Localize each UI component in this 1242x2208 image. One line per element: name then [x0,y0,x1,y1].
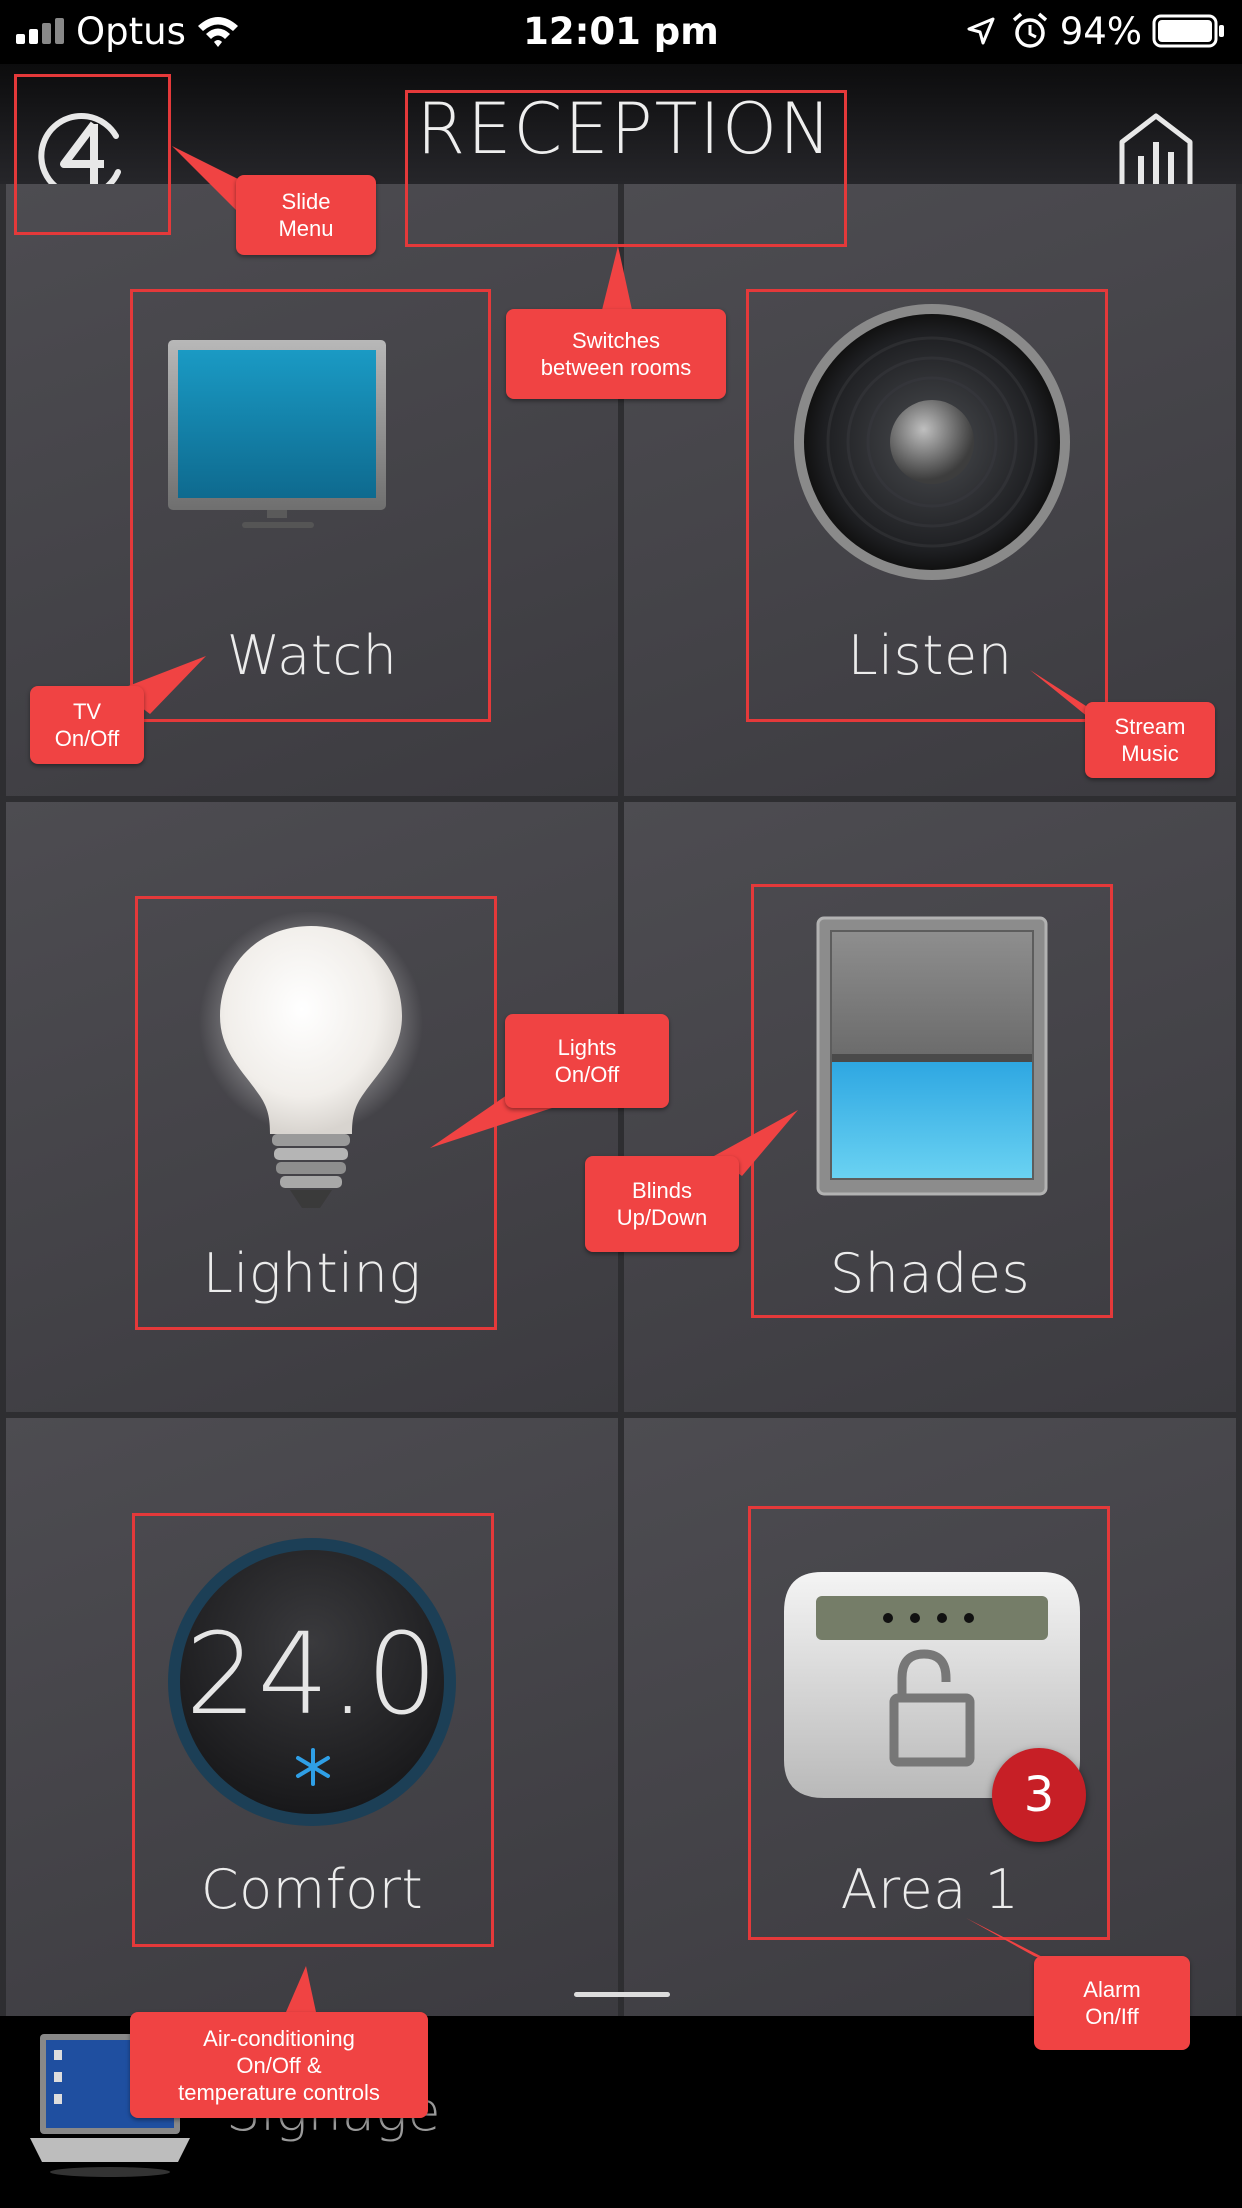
annotation-box-shades [751,884,1113,1318]
annotation-box-watch [130,289,491,722]
alarm-clock-icon [1012,12,1048,48]
page-indicator[interactable] [574,1992,670,1997]
callout-switch-rooms: Switches between rooms [506,309,726,399]
callout-blinds: Blinds Up/Down [585,1156,739,1252]
callout-lights: Lights On/Off [505,1014,669,1108]
status-bar: Optus 12:01 pm 94% [0,0,1242,64]
callout-tv: TV On/Off [30,686,144,764]
clock: 12:01 pm [523,10,719,53]
location-icon [967,17,995,45]
battery-percentage: 94% [1059,10,1142,53]
annotation-box-room [405,90,847,247]
annotation-box-menu [14,74,171,235]
annotation-box-listen [746,289,1108,722]
annotation-box-area-1 [748,1506,1110,1940]
callout-alarm: Alarm On/Iff [1034,1956,1190,2050]
annotation-box-comfort [132,1513,494,1947]
bar-chart-house-icon[interactable] [1118,112,1194,192]
callout-slide-menu: Slide Menu [236,175,376,255]
battery-icon [1152,14,1224,48]
callout-stream-music: Stream Music [1085,702,1215,778]
annotation-box-lighting [135,896,497,1330]
callout-aircon: Air-conditioning On/Off & temperature co… [130,2012,428,2118]
